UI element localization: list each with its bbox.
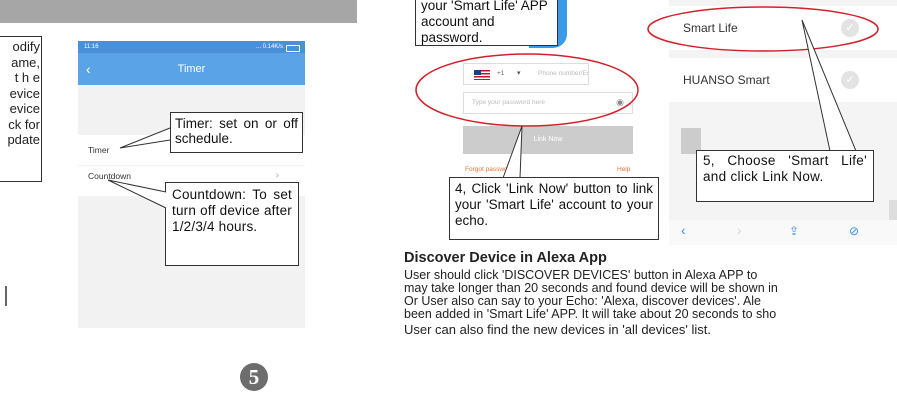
choose-smart-life-callout: 5, Choose 'Smart Life' and click Link No… xyxy=(696,150,874,202)
discover-line: been added in 'Smart Life' APP. It will … xyxy=(404,307,777,321)
link-now-callout: 4, Click 'Link Now' button to link your … xyxy=(449,177,659,240)
account-password-callout: your 'Smart Life' APP account and passwo… xyxy=(415,0,558,46)
choose-smart-life-text: 5, Choose 'Smart Life' and click Link No… xyxy=(703,153,867,184)
account-password-text: your 'Smart Life' APP account and passwo… xyxy=(421,0,548,45)
link-now-callout-text: 4, Click 'Link Now' button to link your … xyxy=(455,181,653,228)
discover-line: User can also find the new devices in 'a… xyxy=(404,322,711,337)
discover-heading: Discover Device in Alexa App xyxy=(404,250,607,266)
